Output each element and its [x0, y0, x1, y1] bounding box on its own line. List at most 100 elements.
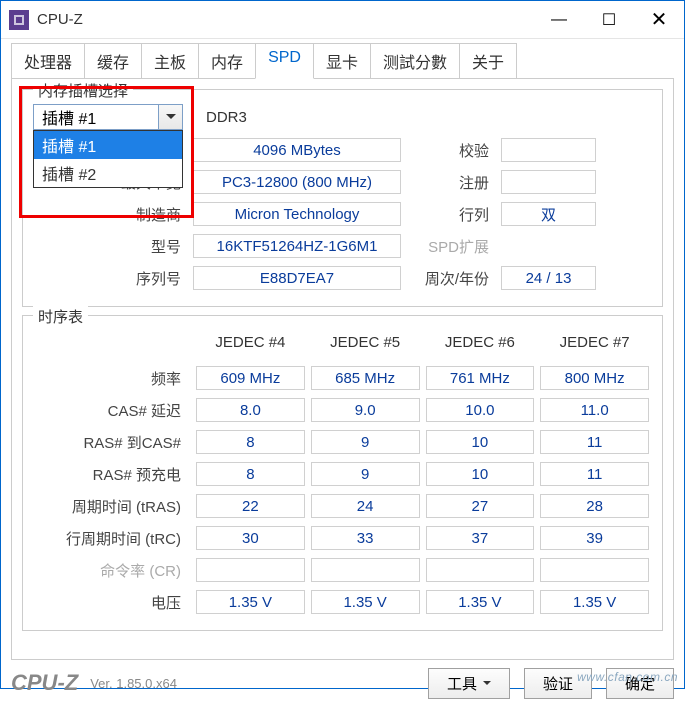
timing-cell: 39 — [540, 526, 649, 550]
timing-row: 行周期时间 (tRC)30333739 — [33, 524, 652, 552]
timing-label: 命令率 (CR) — [33, 560, 193, 581]
chevron-down-icon — [158, 105, 182, 129]
timing-row: 电压1.35 V1.35 V1.35 V1.35 V — [33, 588, 652, 616]
slot-selected-value: 插槽 #1 — [42, 105, 96, 129]
timing-cell: 685 MHz — [311, 366, 420, 390]
timing-column-header: JEDEC #6 — [423, 334, 538, 358]
version-label: Ver. 1.85.0.x64 — [90, 676, 177, 691]
timing-row: RAS# 预充电891011 — [33, 460, 652, 488]
timing-cell: 11 — [540, 462, 649, 486]
timing-cell: 1.35 V — [426, 590, 535, 614]
mem-value: 4096 MBytes — [193, 138, 401, 162]
watermark: www.cfan.com.cn — [577, 670, 678, 684]
mem-label-right: 校验 — [401, 140, 501, 161]
mem-label: 型号 — [33, 236, 193, 257]
timing-cell: 28 — [540, 494, 649, 518]
tab-6[interactable]: 测試分數 — [370, 43, 460, 79]
timing-cell: 9 — [311, 430, 420, 454]
timing-cell: 11 — [540, 430, 649, 454]
minimize-button[interactable]: — — [534, 1, 584, 39]
mem-value: Micron Technology — [193, 202, 401, 226]
close-button[interactable]: ✕ — [634, 1, 684, 39]
mem-value: PC3-12800 (800 MHz) — [193, 170, 401, 194]
timing-label: 频率 — [33, 368, 193, 389]
timing-cell: 33 — [311, 526, 420, 550]
app-icon — [9, 10, 29, 30]
mem-row: 制造商Micron Technology行列双 — [33, 200, 652, 228]
window-controls: — ☐ ✕ — [534, 1, 684, 39]
slot-group-title: 内存插槽选择 — [33, 80, 133, 101]
window-title: CPU-Z — [37, 11, 83, 28]
timing-row: 周期时间 (tRAS)22242728 — [33, 492, 652, 520]
timing-cell: 8 — [196, 462, 305, 486]
slot-option-2[interactable]: 插槽 #2 — [34, 159, 182, 187]
tab-7[interactable]: 关于 — [459, 43, 517, 79]
tools-button[interactable]: 工具 — [428, 668, 510, 699]
memory-type: DDR3 — [206, 109, 247, 126]
slot-dropdown-list: 插槽 #1插槽 #2 — [33, 130, 183, 188]
timing-cell: 9 — [311, 462, 420, 486]
timing-cell: 10.0 — [426, 398, 535, 422]
timing-cell: 11.0 — [540, 398, 649, 422]
timing-cell: 37 — [426, 526, 535, 550]
tab-5[interactable]: 显卡 — [313, 43, 371, 79]
timing-group-title: 时序表 — [33, 306, 88, 327]
mem-value-right: 24 / 13 — [501, 266, 596, 290]
content-panel: 内存插槽选择 插槽 #1 插槽 #1插槽 #2 DDR3 模块大小4096 MB… — [11, 78, 674, 660]
mem-label: 制造商 — [33, 204, 193, 225]
timing-cell: 27 — [426, 494, 535, 518]
timing-group: 时序表 JEDEC #4JEDEC #5JEDEC #6JEDEC #7 频率6… — [22, 315, 663, 631]
timing-row: CAS# 延迟8.09.010.011.0 — [33, 396, 652, 424]
tab-2[interactable]: 主板 — [141, 43, 199, 79]
brand-logo: CPU-Z — [11, 670, 78, 696]
timing-label: 电压 — [33, 592, 193, 613]
timing-cell: 8 — [196, 430, 305, 454]
timing-cell — [311, 558, 420, 582]
mem-value: E88D7EA7 — [193, 266, 401, 290]
mem-label: 序列号 — [33, 268, 193, 289]
timing-cell — [196, 558, 305, 582]
timing-cell: 1.35 V — [311, 590, 420, 614]
tab-3[interactable]: 内存 — [198, 43, 256, 79]
titlebar[interactable]: CPU-Z — ☐ ✕ — [1, 1, 684, 39]
mem-value-right — [501, 138, 596, 162]
tab-4[interactable]: SPD — [255, 43, 314, 79]
timing-column-header: JEDEC #5 — [308, 334, 423, 358]
chevron-down-icon — [483, 681, 491, 686]
timing-cell: 30 — [196, 526, 305, 550]
timing-cell: 10 — [426, 462, 535, 486]
tab-bar: 处理器缓存主板内存SPD显卡测試分數关于 — [11, 43, 674, 79]
tab-0[interactable]: 处理器 — [11, 43, 85, 79]
window: CPU-Z — ☐ ✕ 处理器缓存主板内存SPD显卡测試分數关于 内存插槽选择 … — [0, 0, 685, 689]
mem-label-right: 注册 — [401, 172, 501, 193]
slot-combo-wrapper: 插槽 #1 插槽 #1插槽 #2 — [33, 104, 183, 130]
timing-label: 行周期时间 (tRC) — [33, 528, 193, 549]
timing-row: 命令率 (CR) — [33, 556, 652, 584]
timing-cell: 10 — [426, 430, 535, 454]
timing-cell — [426, 558, 535, 582]
timing-row: 频率609 MHz685 MHz761 MHz800 MHz — [33, 364, 652, 392]
timing-cell: 761 MHz — [426, 366, 535, 390]
tab-1[interactable]: 缓存 — [84, 43, 142, 79]
maximize-button[interactable]: ☐ — [584, 1, 634, 39]
mem-value-right — [501, 170, 596, 194]
timing-label: CAS# 延迟 — [33, 400, 193, 421]
timing-label: RAS# 预充电 — [33, 464, 193, 485]
timing-label: 周期时间 (tRAS) — [33, 496, 193, 517]
slot-option-1[interactable]: 插槽 #1 — [34, 131, 182, 159]
mem-value: 16KTF51264HZ-1G6M1 — [193, 234, 401, 258]
timing-cell: 609 MHz — [196, 366, 305, 390]
timing-cell: 8.0 — [196, 398, 305, 422]
mem-row: 序列号E88D7EA7周次/年份24 / 13 — [33, 264, 652, 292]
slot-select[interactable]: 插槽 #1 — [33, 104, 183, 130]
timing-cell: 1.35 V — [196, 590, 305, 614]
timing-cell: 800 MHz — [540, 366, 649, 390]
mem-label-right: SPD扩展 — [401, 236, 501, 257]
timing-cell: 24 — [311, 494, 420, 518]
timing-row: RAS# 到CAS#891011 — [33, 428, 652, 456]
timing-cell: 9.0 — [311, 398, 420, 422]
slot-select-group: 内存插槽选择 插槽 #1 插槽 #1插槽 #2 DDR3 模块大小4096 MB… — [22, 89, 663, 307]
timing-label: RAS# 到CAS# — [33, 432, 193, 453]
timing-column-header: JEDEC #4 — [193, 334, 308, 358]
mem-row: 型号16KTF51264HZ-1G6M1SPD扩展 — [33, 232, 652, 260]
